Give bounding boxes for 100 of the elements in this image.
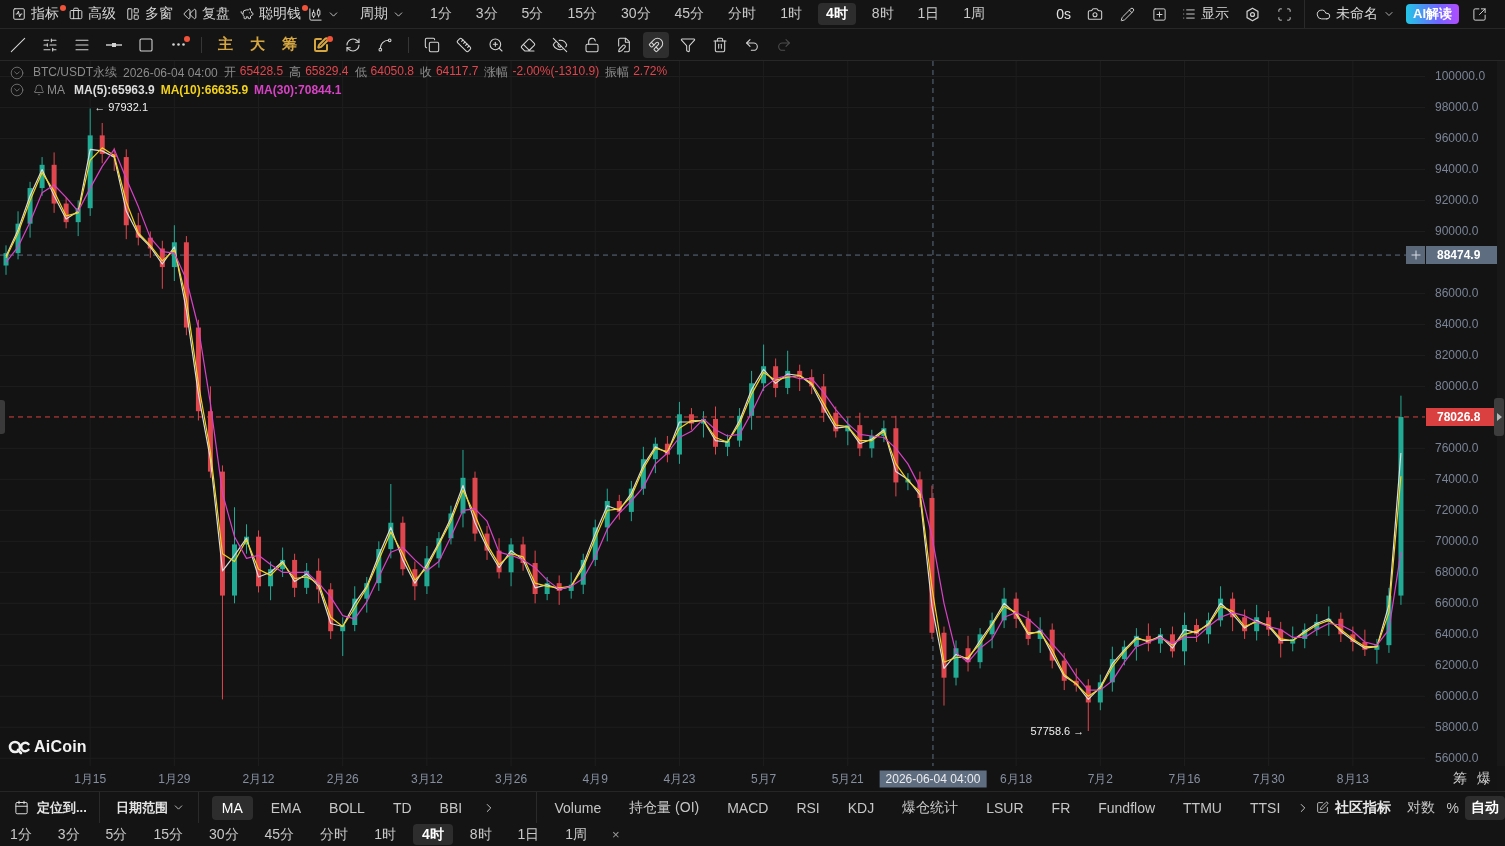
timeframe-tab[interactable]: 15分 — [559, 3, 605, 25]
text-tool-button[interactable]: 大 — [244, 31, 270, 58]
scale-mode-button[interactable]: 自动 — [1465, 795, 1505, 820]
timeframe-tab[interactable]: 1周 — [556, 824, 597, 845]
candle — [1145, 622, 1151, 652]
panel-handle[interactable] — [1494, 398, 1504, 436]
timeframe-tab[interactable]: 1时 — [772, 3, 810, 25]
collapse-button[interactable] — [10, 82, 24, 97]
timeframe-tab[interactable]: 分时 — [720, 3, 765, 25]
timeframe-tab[interactable]: 1分 — [422, 3, 460, 25]
date-range-dropdown[interactable]: 日期范围 — [109, 794, 191, 821]
candle — [51, 151, 57, 214]
square-plus-icon — [1151, 6, 1167, 22]
candle — [1025, 610, 1031, 646]
menu-button[interactable]: 多窗 — [121, 2, 178, 26]
indicator-tab[interactable]: 持仓量 (OI) — [615, 795, 714, 820]
timeframe-tab[interactable]: 45分 — [666, 3, 713, 25]
scale-mode-button[interactable]: % — [1440, 795, 1465, 820]
logo-text: AiCoin — [34, 738, 87, 756]
locate-button[interactable]: 定位到... — [12, 794, 89, 821]
indicator-tab[interactable]: RSI — [782, 795, 834, 820]
candle — [592, 519, 598, 567]
timeframe-tab[interactable]: 3分 — [48, 824, 89, 845]
candle — [556, 574, 562, 606]
candle — [1278, 621, 1284, 659]
candle — [39, 156, 45, 197]
period-dropdown[interactable]: 周期 — [360, 2, 405, 26]
crosshair-date-label: 2026-06-04 04:00 — [879, 770, 987, 787]
timeframe-tab[interactable]: 45分 — [255, 824, 304, 845]
candle — [1049, 622, 1055, 669]
edit-icon — [1315, 801, 1329, 814]
ai-button[interactable]: AI解读 — [1406, 4, 1459, 24]
indicator-tab[interactable]: MACD — [713, 795, 783, 820]
indicator-tab[interactable]: TTSI — [1235, 795, 1295, 820]
timeframe-tab[interactable]: 1时 — [365, 824, 405, 845]
menu-button[interactable]: 指标 — [7, 2, 64, 26]
timeframe-tab[interactable]: 1分 — [1, 824, 41, 845]
text-tool-button[interactable]: 筹 — [276, 31, 302, 58]
indicator-tab[interactable]: KDJ — [833, 795, 889, 820]
timeframe-tab[interactable]: 1日 — [508, 824, 549, 845]
panel-handle[interactable] — [0, 400, 5, 434]
zoom-in-icon — [488, 36, 504, 53]
indicator-tab[interactable]: FR — [1037, 795, 1085, 820]
menu-button[interactable]: 聪明钱 — [235, 2, 306, 26]
indicator-tab[interactable]: 爆仓统计 — [888, 795, 973, 820]
collapse-button[interactable] — [10, 65, 24, 80]
display-menu[interactable]: 显示 — [1179, 2, 1232, 26]
timeframe-tab[interactable]: 分时 — [311, 824, 358, 845]
timeframe-tab[interactable]: 4时 — [817, 3, 856, 25]
candle — [3, 244, 9, 276]
timeframe-tab[interactable]: 1日 — [909, 3, 948, 25]
timeframe-tab[interactable]: 5分 — [513, 3, 552, 25]
indicator-tab[interactable]: Fundflow — [1084, 795, 1170, 820]
indicator-tab[interactable]: MA — [211, 795, 253, 820]
scrollbar[interactable] — [1497, 61, 1505, 766]
indicator-tab[interactable]: TD — [382, 795, 422, 820]
timeframe-tab[interactable]: 30分 — [612, 3, 659, 25]
candle — [1001, 587, 1007, 629]
file-edit-icon — [616, 36, 632, 53]
piggy-bank-icon — [240, 7, 254, 21]
layout-dropdown[interactable]: 未命名 — [1313, 2, 1398, 26]
indicator-tab[interactable]: LSUR — [972, 795, 1038, 820]
timeframe-tab[interactable]: 30分 — [199, 824, 248, 845]
indicator-tab[interactable]: TTMU — [1169, 795, 1236, 820]
field-value: 64117.7 — [435, 64, 479, 80]
price-axis-label: 66000.0 — [1435, 596, 1479, 611]
candle — [400, 516, 406, 576]
timeframe-tab[interactable]: 15分 — [144, 824, 192, 845]
magnet-button[interactable] — [643, 31, 669, 58]
candle — [1326, 605, 1332, 637]
indicator-tab[interactable]: BOLL — [319, 795, 375, 820]
indicator-tab[interactable]: EMA — [260, 795, 312, 820]
indicator-tab[interactable]: Volume — [540, 795, 616, 820]
close-button[interactable]: × — [608, 827, 624, 842]
axis-tool-button[interactable]: 爆 — [1475, 769, 1493, 788]
timeframe-tab[interactable]: 5分 — [96, 824, 137, 845]
plus-button[interactable] — [1406, 246, 1425, 265]
axis-tool-button[interactable]: 筹 — [1451, 769, 1469, 788]
date-axis-label: 8月13 — [1336, 770, 1369, 787]
scale-mode-button[interactable]: 对数 — [1400, 795, 1441, 820]
community-indicators-button[interactable]: 社区指标 — [1313, 795, 1393, 820]
candle — [833, 406, 839, 438]
timeframe-tab[interactable]: 1周 — [955, 3, 994, 25]
price-axis-label: 84000.0 — [1435, 317, 1479, 332]
timeframe-tab[interactable]: 8时 — [863, 3, 902, 25]
timeframe-tab[interactable]: 3分 — [467, 3, 506, 25]
cloud-icon — [1316, 6, 1331, 22]
text-tool-button[interactable]: 主 — [212, 31, 238, 58]
redo-icon — [776, 36, 792, 53]
candle — [664, 435, 670, 463]
indicator-tab[interactable]: BBI — [429, 795, 473, 820]
timeframe-tab[interactable]: 8时 — [460, 824, 501, 845]
candle — [508, 537, 514, 587]
candle — [1254, 604, 1260, 641]
candle — [304, 562, 310, 595]
candle — [749, 370, 755, 431]
timeframe-tab[interactable]: 4时 — [412, 824, 453, 845]
candle — [616, 494, 622, 521]
menu-button[interactable]: 高级 — [64, 2, 121, 26]
menu-button[interactable]: 复盘 — [178, 2, 235, 26]
